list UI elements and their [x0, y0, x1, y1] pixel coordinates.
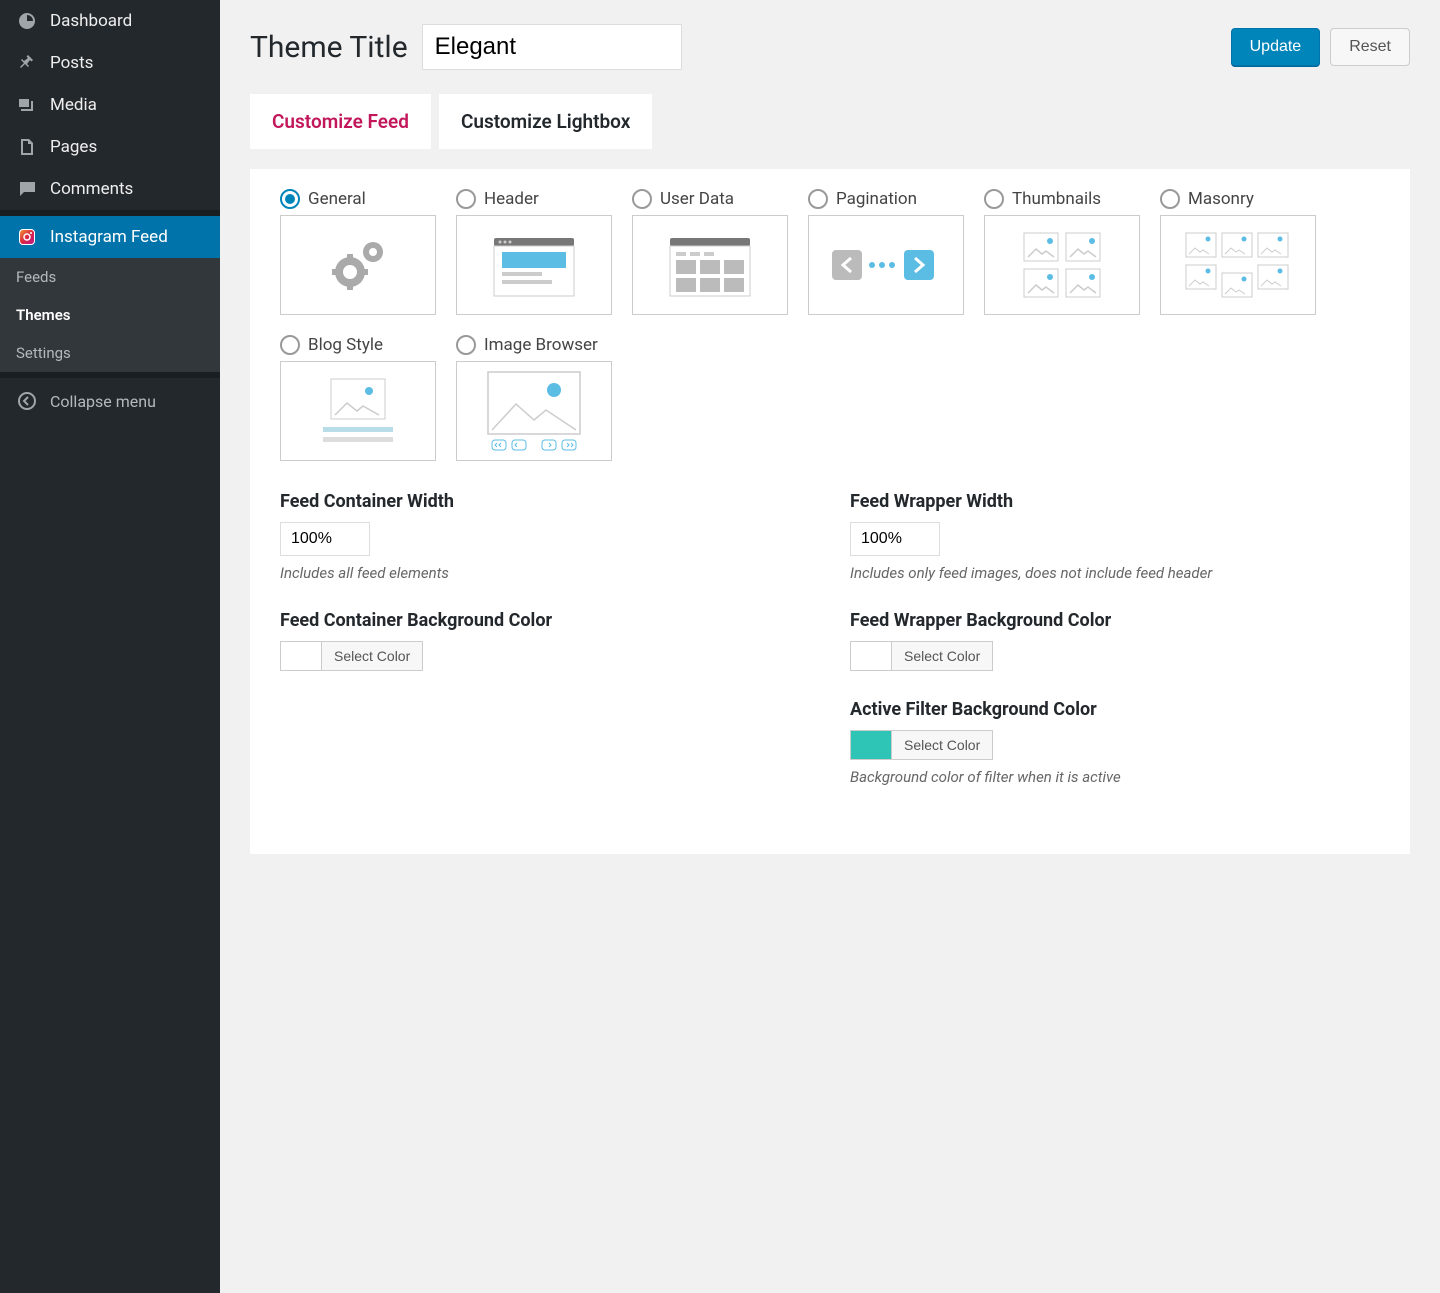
collapse-icon [16, 390, 38, 412]
layout-label: Header [484, 189, 539, 209]
layout-option-user-data[interactable]: User Data [632, 189, 788, 315]
feed-container-width-label: Feed Container Width [280, 491, 810, 512]
sidebar-item-instagram-feed[interactable]: Instagram Feed [0, 216, 220, 258]
sidebar-label: Media [50, 95, 97, 115]
layout-option-pagination[interactable]: Pagination [808, 189, 964, 315]
sidebar-item-dashboard[interactable]: Dashboard [0, 0, 220, 42]
layout-label: General [308, 189, 366, 209]
color-swatch[interactable] [850, 641, 892, 671]
sidebar-subitem-feeds[interactable]: Feeds [0, 258, 220, 296]
sidebar-label: Comments [50, 179, 133, 199]
layout-preview [808, 215, 964, 315]
select-color-button[interactable]: Select Color [891, 730, 993, 760]
sidebar-subitem-themes[interactable]: Themes [0, 296, 220, 334]
feed-wrapper-width-label: Feed Wrapper Width [850, 491, 1380, 512]
sidebar-item-comments[interactable]: Comments [0, 168, 220, 210]
radio-icon[interactable] [632, 189, 652, 209]
main-content: Theme Title Update Reset Customize Feed … [220, 0, 1440, 1293]
feed-container-width-hint: Includes all feed elements [280, 564, 810, 582]
layout-label: Pagination [836, 189, 917, 209]
layout-preview [1160, 215, 1316, 315]
layout-options: General Header [280, 189, 1380, 461]
layout-preview [984, 215, 1140, 315]
sidebar-label: Instagram Feed [50, 227, 168, 247]
feed-wrapper-width-input[interactable] [850, 522, 940, 556]
layout-label: Thumbnails [1012, 189, 1101, 209]
radio-icon[interactable] [984, 189, 1004, 209]
customize-tabs: Customize Feed Customize Lightbox [250, 94, 1410, 149]
feed-wrapper-width-hint: Includes only feed images, does not incl… [850, 564, 1380, 582]
layout-option-thumbnails[interactable]: Thumbnails [984, 189, 1140, 315]
pin-icon [16, 52, 38, 74]
dashboard-icon [16, 10, 38, 32]
select-color-button[interactable]: Select Color [891, 641, 993, 671]
update-button[interactable]: Update [1231, 28, 1321, 66]
comments-icon [16, 178, 38, 200]
sidebar-item-posts[interactable]: Posts [0, 42, 220, 84]
layout-label: Image Browser [484, 335, 598, 355]
admin-sidebar: Dashboard Posts Media Pages Comments [0, 0, 220, 1293]
settings-panel: General Header [250, 169, 1410, 854]
radio-icon[interactable] [456, 189, 476, 209]
sidebar-item-media[interactable]: Media [0, 84, 220, 126]
pages-icon [16, 136, 38, 158]
active-filter-bg-label: Active Filter Background Color [850, 699, 1380, 720]
feed-wrapper-bg-label: Feed Wrapper Background Color [850, 610, 1380, 631]
theme-title-input[interactable] [422, 24, 682, 70]
sidebar-subitem-settings[interactable]: Settings [0, 334, 220, 372]
sidebar-label: Posts [50, 53, 93, 73]
media-icon [16, 94, 38, 116]
feed-container-bg-label: Feed Container Background Color [280, 610, 810, 631]
collapse-label: Collapse menu [50, 392, 156, 411]
tab-customize-lightbox[interactable]: Customize Lightbox [439, 94, 652, 149]
instagram-icon [16, 226, 38, 248]
layout-option-blog-style[interactable]: Blog Style [280, 335, 436, 461]
layout-option-image-browser[interactable]: Image Browser [456, 335, 612, 461]
radio-icon[interactable] [1160, 189, 1180, 209]
layout-label: Masonry [1188, 189, 1254, 209]
radio-icon[interactable] [808, 189, 828, 209]
layout-option-general[interactable]: General [280, 189, 436, 315]
layout-option-header[interactable]: Header [456, 189, 612, 315]
color-swatch[interactable] [850, 730, 892, 760]
layout-preview [280, 215, 436, 315]
sidebar-submenu: Feeds Themes Settings [0, 258, 220, 372]
layout-label: User Data [660, 189, 734, 209]
radio-icon[interactable] [280, 335, 300, 355]
form-col-left: Feed Container Width Includes all feed e… [280, 491, 810, 814]
form-row: Feed Container Width Includes all feed e… [280, 491, 1380, 814]
collapse-menu[interactable]: Collapse menu [0, 378, 220, 424]
feed-container-width-input[interactable] [280, 522, 370, 556]
layout-preview [280, 361, 436, 461]
sidebar-item-pages[interactable]: Pages [0, 126, 220, 168]
radio-icon[interactable] [280, 189, 300, 209]
sidebar-label: Pages [50, 137, 97, 157]
layout-preview [456, 215, 612, 315]
layout-preview [632, 215, 788, 315]
radio-icon[interactable] [456, 335, 476, 355]
color-swatch[interactable] [280, 641, 322, 671]
theme-title-label: Theme Title [250, 30, 408, 65]
layout-label: Blog Style [308, 335, 383, 355]
tab-customize-feed[interactable]: Customize Feed [250, 94, 431, 149]
sidebar-label: Dashboard [50, 11, 132, 31]
layout-option-masonry[interactable]: Masonry [1160, 189, 1316, 315]
form-col-right: Feed Wrapper Width Includes only feed im… [850, 491, 1380, 814]
active-filter-bg-hint: Background color of filter when it is ac… [850, 768, 1380, 786]
layout-preview [456, 361, 612, 461]
reset-button[interactable]: Reset [1330, 28, 1410, 66]
select-color-button[interactable]: Select Color [321, 641, 423, 671]
page-header: Theme Title Update Reset [250, 24, 1410, 70]
